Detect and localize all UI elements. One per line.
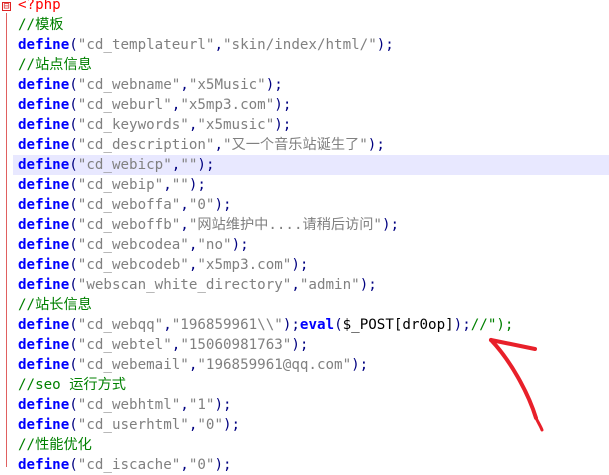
red-annotation-arrow: [489, 338, 544, 432]
code-editor[interactable]: ⊟ <?php//模板 define("cd_templateurl","skin…: [0, 0, 609, 473]
